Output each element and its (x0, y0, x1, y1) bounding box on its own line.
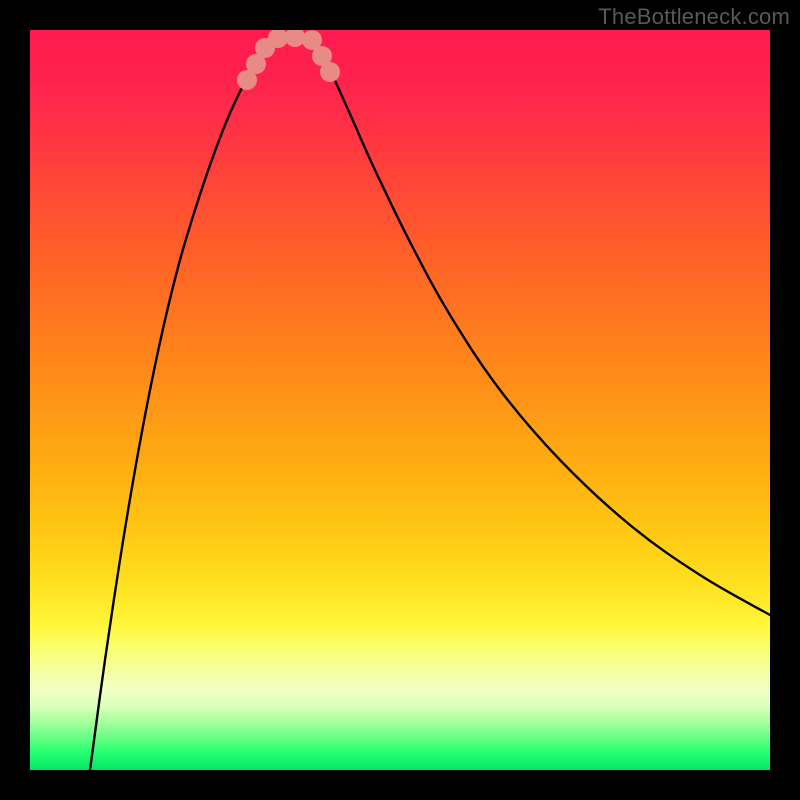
marker-dot (285, 30, 305, 47)
curve-left (90, 37, 280, 770)
marker-group (237, 30, 340, 90)
plot-frame (30, 30, 770, 770)
bottleneck-curve (30, 30, 770, 770)
curve-right (310, 37, 770, 615)
watermark-text: TheBottleneck.com (598, 4, 790, 30)
marker-dot (320, 62, 340, 82)
